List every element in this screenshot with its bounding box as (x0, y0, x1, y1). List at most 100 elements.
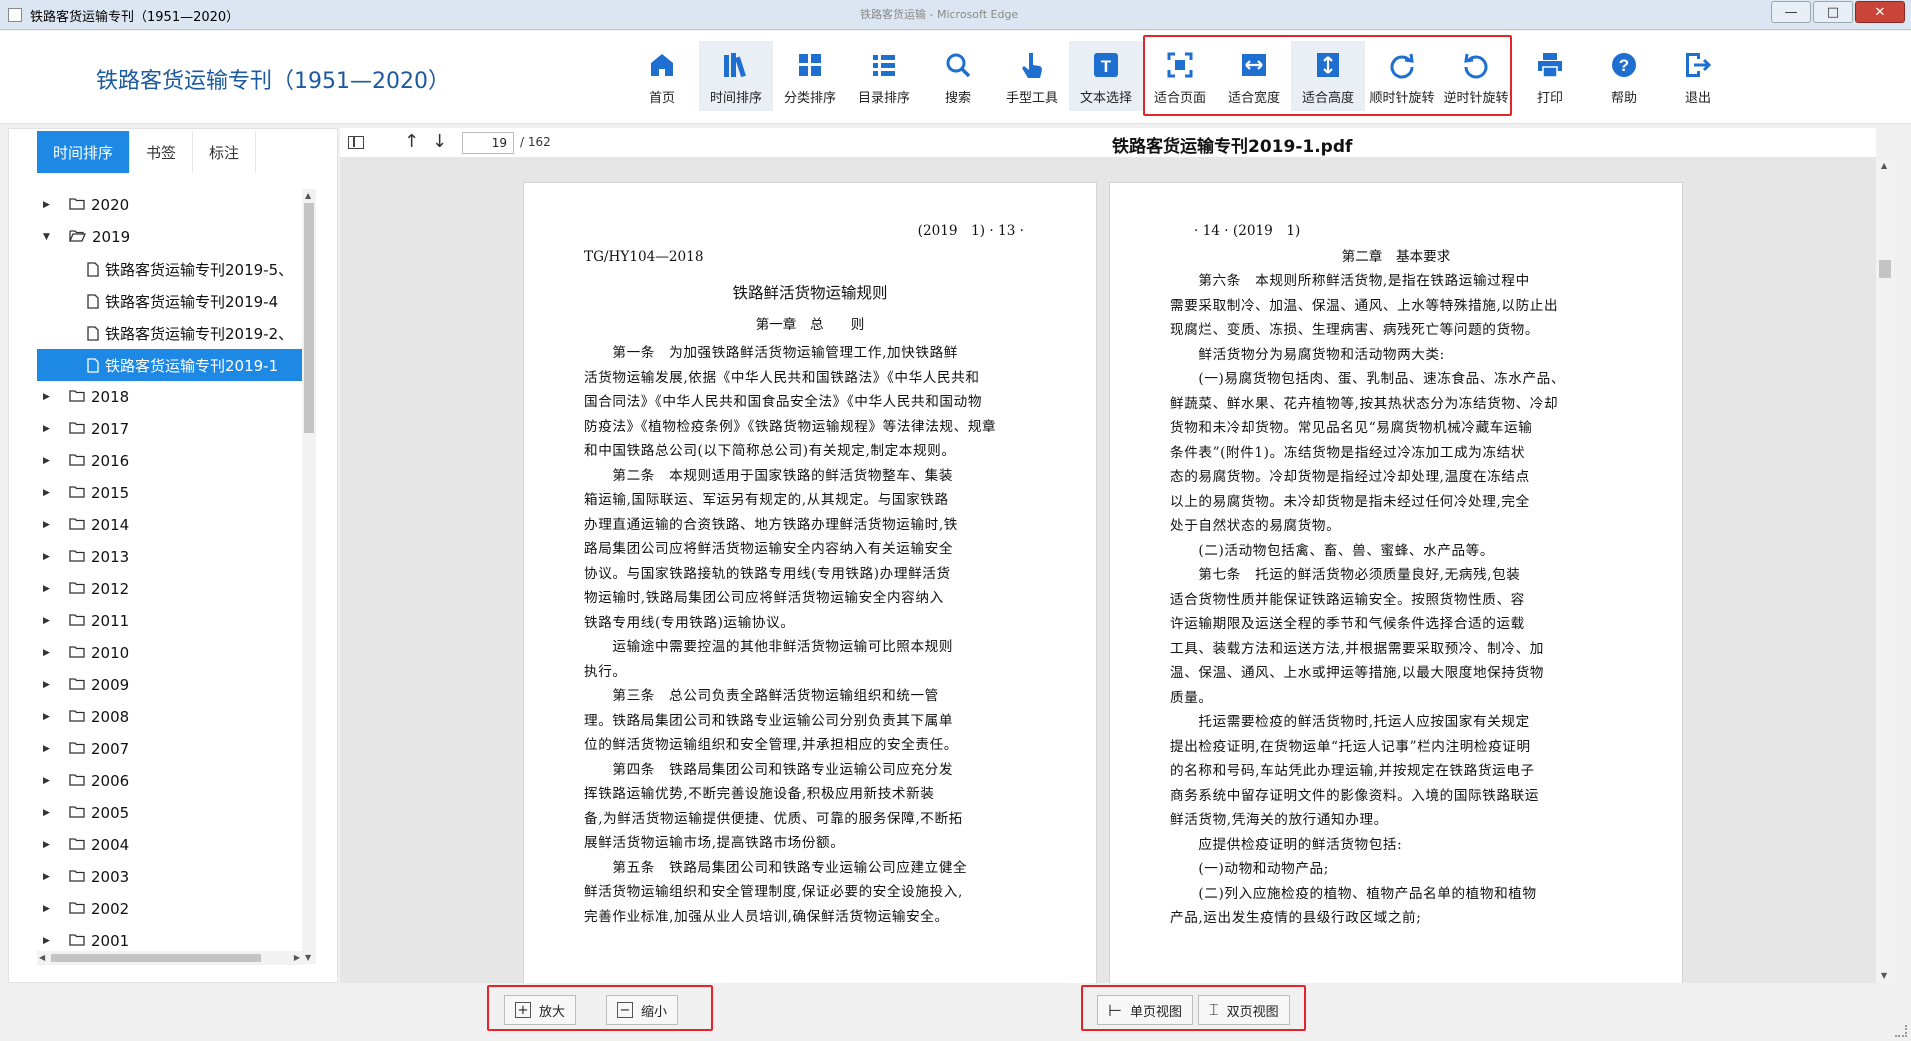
toolbar-button-books[interactable]: 时间排序 (699, 41, 773, 111)
tree-year-node[interactable]: ▶ 2005 (37, 797, 302, 829)
tree-year-node[interactable]: ▶ 2009 (37, 669, 302, 701)
tree-year-node[interactable]: ▶ 2020 (37, 189, 302, 221)
resize-grip[interactable] (1895, 1025, 1907, 1037)
toolbar-button-label: 分类排序 (783, 91, 836, 106)
toolbar-button-hand[interactable]: 手型工具 (995, 41, 1069, 111)
tree-file-node[interactable]: 铁路客货运输专刊2019-5、 (37, 253, 302, 285)
expand-right-icon[interactable]: ▶ (43, 456, 61, 466)
toolbar-button-fit-height[interactable]: 适合高度 (1291, 41, 1365, 111)
text-line: 工具、装载方法和运送方法,并根据需要采取预冷、制冷、加 (1170, 640, 1544, 657)
tree-year-node[interactable]: ▶ 2012 (37, 573, 302, 605)
toolbar-button-home[interactable]: 首页 (625, 41, 699, 111)
single-page-view-button[interactable]: ⊢ 单页视图 (1097, 995, 1193, 1025)
tree-year-node[interactable]: ▶ 2006 (37, 765, 302, 797)
document-viewer[interactable]: (2019 1) · 13 · TG/HY104—2018 铁路鲜活货物运输规则… (340, 158, 1876, 983)
expand-right-icon[interactable]: ▶ (43, 872, 61, 882)
toolbar-button-rotate-ccw[interactable]: 逆时针旋转 (1439, 41, 1513, 111)
expand-right-icon[interactable]: ▶ (43, 808, 61, 818)
expand-right-icon[interactable]: ▶ (43, 776, 61, 786)
toolbar-button-list[interactable]: 目录排序 (847, 41, 921, 111)
scroll-right-icon[interactable]: ▶ (294, 953, 300, 962)
tree-year-node[interactable]: ▶ 2002 (37, 893, 302, 925)
scroll-down-icon[interactable]: ▼ (305, 953, 311, 962)
toolbar-button-grid[interactable]: 分类排序 (773, 41, 847, 111)
tree-scroll-thumb[interactable] (304, 203, 314, 433)
toolbar-button-print[interactable]: 打印 (1513, 41, 1587, 111)
tree-year-node[interactable]: ▶ 2013 (37, 541, 302, 573)
expand-right-icon[interactable]: ▶ (43, 424, 61, 434)
expand-right-icon[interactable]: ▶ (43, 552, 61, 562)
tree-year-node[interactable]: ▶ 2001 (37, 925, 302, 951)
window-titlebar: 铁路客货运输专刊（1951—2020） 铁路客货运输 - Microsoft E… (0, 0, 1911, 30)
expand-right-icon[interactable]: ▶ (43, 584, 61, 594)
tree-year-node[interactable]: ▶ 2007 (37, 733, 302, 765)
tree-year-node[interactable]: ▶ 2017 (37, 413, 302, 445)
tree-year-node[interactable]: ▶ 2011 (37, 605, 302, 637)
toolbar-button-search[interactable]: 搜索 (921, 41, 995, 111)
expand-right-icon[interactable]: ▶ (43, 840, 61, 850)
tab-annotations[interactable]: 标注 (193, 131, 257, 173)
maximize-button[interactable]: □ (1813, 1, 1853, 23)
expand-right-icon[interactable]: ▶ (43, 520, 61, 530)
expand-right-icon[interactable]: ▶ (43, 616, 61, 626)
sidebar-toggle-icon[interactable] (348, 136, 364, 149)
tree-horizontal-scrollbar[interactable]: ◀ ▶ (37, 951, 302, 965)
tree-year-node[interactable]: ▶ 2016 (37, 445, 302, 477)
tree-year-node[interactable]: ▶ 2018 (37, 381, 302, 413)
folder-icon (69, 548, 85, 566)
tree-hscroll-thumb[interactable] (51, 954, 261, 962)
tab-time-sort[interactable]: 时间排序 (37, 131, 131, 173)
tree-year-node[interactable]: ▶ 2014 (37, 509, 302, 541)
folder-icon (69, 580, 85, 598)
toolbar-button-fit-width[interactable]: 适合宽度 (1217, 41, 1291, 111)
tree-file-node[interactable]: 铁路客货运输专刊2019-2、 (37, 317, 302, 349)
next-page-icon[interactable]: ↓ (432, 131, 447, 152)
tree-year-node[interactable]: ▶ 2003 (37, 861, 302, 893)
folder-icon (69, 740, 85, 758)
expand-right-icon[interactable]: ▶ (43, 712, 61, 722)
tree-vertical-scrollbar[interactable]: ▲ ▼ (302, 189, 316, 964)
toolbar-button-fit-page[interactable]: 适合页面 (1143, 41, 1217, 111)
double-page-view-button[interactable]: ⌶ 双页视图 (1198, 995, 1290, 1025)
scroll-up-icon[interactable]: ▲ (305, 191, 311, 200)
toolbar-button-help[interactable]: ? 帮助 (1587, 41, 1661, 111)
previous-page-icon[interactable]: ↑ (404, 131, 419, 152)
close-button[interactable]: ✕ (1855, 1, 1905, 23)
expand-right-icon[interactable]: ▶ (43, 904, 61, 914)
scroll-down-icon[interactable]: ▼ (1881, 971, 1887, 980)
expand-right-icon[interactable]: ▶ (43, 392, 61, 402)
viewer-vertical-scrollbar[interactable]: ▲ ▼ (1876, 158, 1894, 983)
scroll-left-icon[interactable]: ◀ (39, 953, 45, 962)
tree-year-node[interactable]: ▶ 2010 (37, 637, 302, 669)
tree-node-label: 铁路客货运输专刊2019-1 (105, 356, 279, 375)
expand-down-icon[interactable]: ▼ (43, 232, 61, 242)
zoom-in-button[interactable]: + 放大 (504, 995, 577, 1025)
expand-right-icon[interactable]: ▶ (43, 200, 61, 210)
tree-file-node[interactable]: 铁路客货运输专刊2019-4 (37, 285, 302, 317)
tree-year-node[interactable]: ▶ 2015 (37, 477, 302, 509)
expand-right-icon[interactable]: ▶ (43, 936, 61, 946)
viewer-scroll-thumb[interactable] (1879, 260, 1891, 278)
expand-right-icon[interactable]: ▶ (43, 648, 61, 658)
page-number-input[interactable]: 19 (462, 132, 514, 154)
tree-year-node[interactable]: ▶ 2008 (37, 701, 302, 733)
expand-right-icon[interactable]: ▶ (43, 680, 61, 690)
zoom-out-button[interactable]: − 缩小 (606, 995, 679, 1025)
toolbar-button-text-select[interactable]: T 文本选择 (1069, 41, 1143, 111)
toolbar-button-label: 手型工具 (1005, 91, 1058, 106)
minimize-button[interactable]: — (1771, 1, 1811, 23)
tree-year-node[interactable]: ▼ 2019 (37, 221, 302, 253)
tree-file-node[interactable]: 铁路客货运输专刊2019-1 (37, 349, 302, 381)
double-page-label: 双页视图 (1226, 1004, 1279, 1020)
toolbar-button-rotate-cw[interactable]: 顺时针旋转 (1365, 41, 1439, 111)
toolbar-button-exit[interactable]: 退出 (1661, 41, 1735, 111)
expand-right-icon[interactable]: ▶ (43, 488, 61, 498)
tab-bookmarks[interactable]: 书签 (130, 131, 194, 173)
tree-year-node[interactable]: ▶ 2004 (37, 829, 302, 861)
text-line: 位的鲜活货物运输组织和安全管理,并承担相应的安全责任。 (584, 737, 958, 753)
tree-node-label: 2001 (91, 932, 130, 950)
year-tree: ▶ 2020 ▼ 2019 铁路客货运输专刊2019-5、 铁路客货运输专刊2019-4 铁… (37, 189, 302, 951)
scroll-up-icon[interactable]: ▲ (1881, 161, 1887, 170)
expand-right-icon[interactable]: ▶ (43, 744, 61, 754)
grid-icon (794, 49, 826, 81)
